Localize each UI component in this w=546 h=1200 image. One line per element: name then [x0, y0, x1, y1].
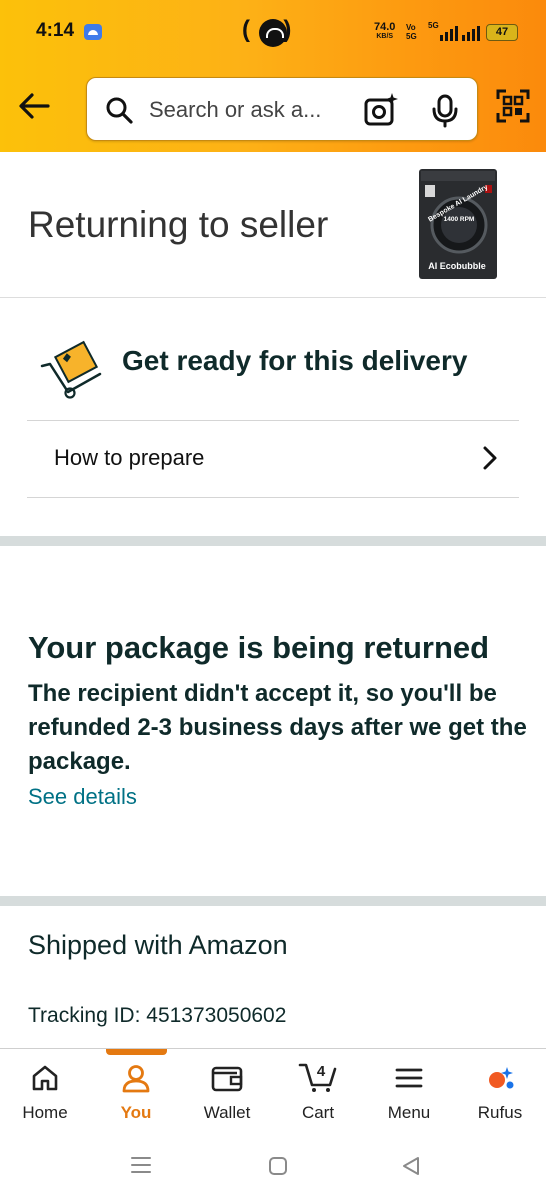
shipped-with-heading: Shipped with Amazon — [28, 930, 288, 960]
product-image[interactable]: Bespoke AI Laundry 1400 RPM AI Ecobubble — [419, 169, 497, 279]
nav-cart[interactable]: 4 Cart — [273, 1049, 363, 1139]
volte-indicator: Vo 5G — [406, 23, 417, 41]
person-icon — [122, 1065, 150, 1093]
product-image-text-2: 1400 RPM — [444, 216, 475, 223]
back-button-icon[interactable] — [400, 1155, 422, 1177]
divider — [27, 497, 519, 498]
recent-apps-icon[interactable] — [130, 1155, 152, 1175]
hotspot-icon — [259, 19, 287, 47]
tracking-id-label: Tracking ID: — [28, 1004, 141, 1027]
nav-menu[interactable]: Menu — [364, 1049, 454, 1139]
nav-wallet-label: Wallet — [203, 1103, 251, 1122]
bottom-navigation: Home You Wallet 4 Cart Menu Rufus — [0, 1048, 546, 1138]
delivery-prep-heading: Get ready for this delivery — [122, 345, 468, 376]
status-bar: 4:14 ( ) 74.0 KB/S Vo 5G 5G 47 — [0, 0, 546, 64]
nav-rufus-label: Rufus — [477, 1103, 523, 1122]
page-title: Returning to seller — [28, 204, 329, 245]
search-icon — [106, 97, 133, 124]
nav-you[interactable]: You — [91, 1049, 181, 1139]
menu-icon — [395, 1068, 423, 1088]
wallet-icon — [211, 1066, 243, 1092]
return-notice-body: The recipient didn't accept it, so you'l… — [28, 680, 527, 775]
microphone-icon[interactable] — [429, 94, 461, 128]
network-type-label: 5G — [428, 21, 439, 30]
home-icon — [32, 1065, 58, 1091]
search-bar[interactable] — [86, 77, 478, 141]
network-speed: 74.0 KB/S — [374, 21, 396, 41]
tracking-id: Tracking ID: 451373050602 — [28, 1004, 286, 1028]
nav-wallet[interactable]: Wallet — [182, 1049, 272, 1139]
nav-cart-label: Cart — [301, 1103, 335, 1122]
system-navigation-bar — [0, 1138, 546, 1200]
how-to-prepare-label: How to prepare — [54, 445, 205, 470]
app-header: 4:14 ( ) 74.0 KB/S Vo 5G 5G 47 — [0, 0, 546, 152]
return-status-section: Returning to seller Bespoke AI Laundry 1… — [0, 152, 546, 298]
back-arrow-icon[interactable] — [16, 88, 52, 124]
nav-you-label: You — [120, 1103, 152, 1122]
cart-count-badge: 4 — [317, 1063, 326, 1080]
notification-app-icon — [84, 24, 102, 40]
signal-strength-icon — [440, 25, 458, 41]
status-time: 4:14 — [36, 20, 75, 41]
delivery-cart-icon — [40, 340, 102, 399]
home-button-icon[interactable] — [267, 1155, 289, 1177]
signal-strength-icon-2 — [462, 25, 480, 41]
product-image-text-3: AI Ecobubble — [428, 261, 486, 271]
section-separator — [0, 896, 546, 906]
nav-home-label: Home — [22, 1103, 68, 1122]
rufus-icon — [489, 1067, 514, 1089]
qr-scan-icon[interactable] — [496, 89, 530, 123]
nav-home[interactable]: Home — [0, 1049, 90, 1139]
tracking-id-value[interactable]: 451373050602 — [146, 1004, 286, 1027]
battery-icon: 47 — [486, 24, 518, 41]
chevron-right-icon — [483, 446, 497, 470]
section-separator — [0, 536, 546, 546]
see-details-link[interactable]: See details — [28, 784, 137, 810]
cart-icon: 4 — [298, 1063, 337, 1092]
camera-sparkle-icon[interactable] — [363, 92, 399, 128]
return-notice-title: Your package is being returned — [28, 630, 490, 665]
nav-rufus[interactable]: Rufus — [455, 1049, 545, 1139]
how-to-prepare-row[interactable]: How to prepare — [27, 421, 519, 497]
search-input[interactable] — [149, 90, 349, 130]
nav-menu-label: Menu — [387, 1103, 431, 1122]
